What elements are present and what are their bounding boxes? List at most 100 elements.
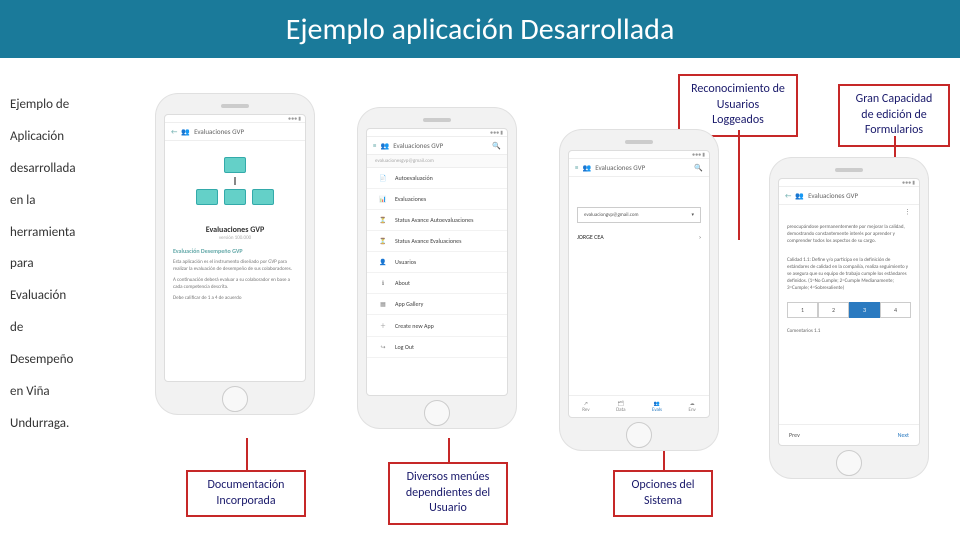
home-button[interactable] <box>836 450 862 476</box>
menu-item-usuarios[interactable]: 👤Usuarios <box>367 252 507 273</box>
search-icon[interactable]: 🔍 <box>492 141 501 150</box>
home-button[interactable] <box>424 400 450 426</box>
desc-line: de <box>10 313 110 343</box>
status-bar: ●●● ▮ <box>779 179 919 187</box>
app-title: Evaluaciones GVP <box>194 127 244 136</box>
left-description: Ejemplo de Aplicación desarrollada en la… <box>10 90 110 441</box>
org-chart-graphic <box>165 141 305 221</box>
rating-option-2[interactable]: 2 <box>818 302 849 318</box>
next-button[interactable]: Next <box>898 431 909 439</box>
app-bar: ← 👥 Evaluaciones GVP <box>779 187 919 205</box>
prev-button[interactable]: Prev <box>789 431 800 439</box>
section-heading: Evaluación Desempeño GVP <box>165 245 305 257</box>
phone-speaker <box>835 168 863 172</box>
menu-item-status-auto[interactable]: ⏳ Status Avance Autoevaluaciones <box>367 210 507 231</box>
app-big-title: Evaluaciones GVP <box>165 221 305 235</box>
tab-label: Data <box>616 407 625 413</box>
chart-icon: 📊 <box>377 195 389 203</box>
connector-line <box>448 438 450 462</box>
menu-label: Status Avance Evaluaciones <box>395 237 462 245</box>
app-bar: ≡ 👥 Evaluaciones GVP 🔍 <box>569 159 709 177</box>
app-bar: ← 👥 Evaluaciones GVP <box>165 123 305 141</box>
phone-mockup-menu: ●●● ▮ ≡ 👥 Evaluaciones GVP 🔍 evaluacione… <box>358 108 516 428</box>
menu-item-app-gallery[interactable]: ▦App Gallery <box>367 294 507 315</box>
menu-label: Evaluaciones <box>395 195 426 203</box>
callout-menus: Diversos menúes dependientes del Usuario <box>388 462 508 525</box>
hourglass-icon: ⏳ <box>377 216 389 224</box>
home-button[interactable] <box>626 422 652 448</box>
home-button[interactable] <box>222 386 248 412</box>
menu-item-logout[interactable]: ↪ Log Out <box>367 337 507 358</box>
phone-speaker <box>423 118 451 122</box>
people-icon: 👥 <box>381 141 390 150</box>
app-version: versión 100.000 <box>165 235 305 245</box>
menu-label: About <box>395 279 410 287</box>
org-node <box>224 189 246 205</box>
connector-line <box>738 130 740 240</box>
doc-icon: 📄 <box>377 174 389 182</box>
phone-screen: ●●● ▮ ≡ 👥 Evaluaciones GVP 🔍 evaluacione… <box>366 128 508 396</box>
menu-item-create-app[interactable]: ＋ Create new App <box>367 315 507 337</box>
desc-line: Evaluación <box>10 281 110 311</box>
rating-option-4[interactable]: 4 <box>880 302 911 318</box>
dropdown-icon[interactable]: ▾ <box>691 212 694 218</box>
menu-item-autoevaluacion[interactable]: 📄Autoevaluación <box>367 168 507 189</box>
org-node <box>252 189 274 205</box>
menu-item-about[interactable]: ℹ About <box>367 273 507 294</box>
grid-icon: ▦ <box>377 300 389 308</box>
phone-mockup-form: ●●● ▮ ← 👥 Evaluaciones GVP ⋮ preocupándo… <box>770 158 928 478</box>
menu-label: Status Avance Autoevaluaciones <box>395 216 473 224</box>
back-icon[interactable]: ← <box>171 127 177 136</box>
tab-rev[interactable]: ↗Rev <box>582 401 589 413</box>
desc-line: Undurraga. <box>10 409 110 439</box>
chevron-right-icon: › <box>699 233 701 241</box>
tab-data[interactable]: 🗂Data <box>616 401 625 413</box>
form-question: Calidad 1.1: Define y/o participa en la … <box>779 251 919 298</box>
org-node <box>224 157 246 173</box>
menu-icon[interactable]: ≡ <box>575 163 579 172</box>
phone-mockup-user: ●●● ▮ ≡ 👥 Evaluaciones GVP 🔍 evaluaciong… <box>560 130 718 450</box>
rating-option-3[interactable]: 3 <box>849 302 880 318</box>
phone-screen: ●●● ▮ ← 👥 Evaluaciones GVP Evaluaciones … <box>164 114 306 382</box>
back-icon[interactable]: ← <box>785 191 791 200</box>
phone-speaker <box>221 104 249 108</box>
desc-line: Aplicación <box>10 122 110 152</box>
logout-icon: ↪ <box>377 343 389 351</box>
desc-line: en Viña <box>10 377 110 407</box>
menu-label: Log Out <box>395 343 414 351</box>
desc-line: desarrollada <box>10 154 110 184</box>
org-node <box>196 189 218 205</box>
desc-line: Ejemplo de <box>10 90 110 120</box>
email-field[interactable]: evaluaciongvp@gmail.com ▾ <box>577 207 701 223</box>
callout-system-options: Opciones del Sistema <box>613 470 713 517</box>
tab-label: Env <box>689 407 696 413</box>
menu-icon[interactable]: ≡ <box>373 141 377 150</box>
tab-label: Evals <box>652 407 662 413</box>
callout-user-recognition: Reconocimiento de Usuarios Loggeados <box>678 74 798 137</box>
logged-user-name[interactable]: JORGE CEA › <box>569 229 709 245</box>
people-icon: 👥 <box>583 163 592 172</box>
doc-paragraph: A continuación deberá evaluar a su colab… <box>165 275 305 293</box>
hourglass-icon: ⏳ <box>377 237 389 245</box>
email-value: evaluaciongvp@gmail.com <box>584 212 638 218</box>
tab-env[interactable]: ☁Env <box>689 401 696 413</box>
phone-screen: ●●● ▮ ≡ 👥 Evaluaciones GVP 🔍 evaluaciong… <box>568 150 710 418</box>
doc-paragraph: Esta aplicación es el instrumento diseña… <box>165 257 305 275</box>
tab-evals[interactable]: 👥Evals <box>652 401 662 413</box>
rating-option-1[interactable]: 1 <box>787 302 818 318</box>
info-icon: ℹ <box>377 279 389 287</box>
menu-item-status-eval[interactable]: ⏳ Status Avance Evaluaciones <box>367 231 507 252</box>
menu-item-evaluaciones[interactable]: 📊 Evaluaciones <box>367 189 507 210</box>
org-connector <box>234 177 236 185</box>
plus-icon: ＋ <box>377 321 389 330</box>
form-nav: Prev Next <box>779 424 919 445</box>
search-icon[interactable]: 🔍 <box>694 163 703 172</box>
user-email-bar: evaluacionesgvp@gmail.com <box>367 155 507 168</box>
rating-selector: 1 2 3 4 <box>787 302 911 318</box>
app-title: Evaluaciones GVP <box>595 163 645 172</box>
user-name-text: JORGE CEA <box>577 233 604 241</box>
menu-label: Create new App <box>395 322 434 330</box>
status-bar: ●●● ▮ <box>569 151 709 159</box>
overflow-icon[interactable]: ⋮ <box>779 205 919 218</box>
callout-documentation: Documentación Incorporada <box>186 470 306 517</box>
